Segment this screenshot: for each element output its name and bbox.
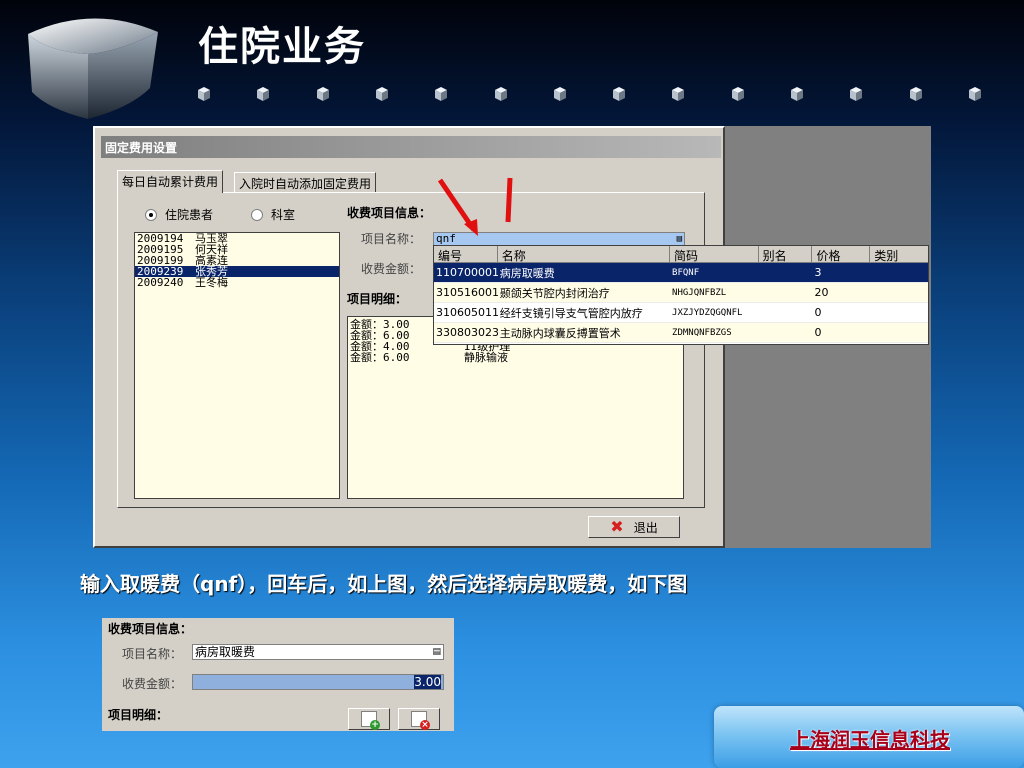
search-dropdown-grid[interactable]: 编号 名称 简码 别名 价格 类别 110700001 病房取暖费 BFQNF 3 31… [433, 245, 929, 345]
dropdown-row[interactable]: 330803023 主动脉内球囊反搏置管术 ZDMNQNFBZGS 0 [434, 323, 928, 343]
col-header[interactable]: 名称 [498, 246, 671, 263]
add-doc-icon: + [361, 711, 380, 730]
bullet-cube-icon [909, 87, 922, 101]
tab-daily-fee[interactable]: 每日自动累计费用 [117, 170, 224, 193]
exit-label: 退出 [633, 520, 658, 535]
col-header[interactable]: 类别 [870, 246, 928, 263]
picker-icon[interactable]: ▤ [432, 647, 441, 657]
detail-label: 项目明细： [347, 292, 408, 306]
patient-list[interactable]: 2009194 马玉翠 2009195 何天祥 2009199 高素连 2009239 张秀芳… [134, 232, 340, 499]
dropdown-row[interactable]: 110700001 病房取暖费 BFQNF 3 [434, 263, 928, 283]
detail-amount: 金额：6.00 [350, 351, 410, 364]
cell-price: 3 [814, 266, 822, 279]
fee-info-label: 收费项目信息： [347, 206, 432, 220]
delete-detail-button[interactable]: × [398, 708, 440, 730]
snip-item-name-value: 病房取暖费 [195, 645, 256, 659]
dropdown-row[interactable]: 310605011 经纤支镜引导支气管腔内放疗 JXZJYDZQGQNFL 0 [434, 303, 928, 323]
bullet-cube-icon [316, 87, 329, 101]
radio-checked-icon [145, 208, 157, 221]
cell-short: NHGJQNFBZL [672, 287, 727, 298]
col-header[interactable]: 简码 [670, 246, 759, 263]
snip-fee-info-label: 收费项目信息： [108, 622, 193, 636]
slide-title: 住院业务 [198, 24, 366, 70]
detail-name: 静脉输液 [464, 351, 508, 364]
delete-doc-icon: × [411, 711, 430, 730]
company-badge: 上海润玉信息科技 [714, 706, 1024, 768]
logo-cube-icon [28, 18, 158, 119]
snip-item-name-label: 项目名称： [122, 647, 183, 661]
close-icon: ✖ [610, 517, 624, 536]
cell-name: 主动脉内球囊反搏置管术 [499, 326, 621, 340]
cell-code: 310516001 [436, 286, 498, 299]
snip-item-name-input[interactable]: 病房取暖费 ▤ [192, 644, 444, 660]
bullet-cube-icon [850, 87, 863, 101]
radio-dept[interactable]: 科室 [251, 206, 295, 223]
cell-code: 310605011 [436, 306, 498, 319]
col-header[interactable]: 价格 [812, 246, 871, 263]
amount-label: 收费金额： [361, 262, 422, 276]
patient-name: 王冬梅 [195, 276, 228, 289]
bullet-row [190, 86, 990, 106]
cell-name: 病房取暖费 [499, 266, 555, 280]
cell-code: 110700001 [436, 266, 498, 279]
bullet-cube-icon [435, 87, 448, 101]
cell-name: 经纤支镜引导支气管腔内放疗 [499, 306, 643, 320]
cell-price: 0 [814, 306, 822, 319]
item-name-label: 项目名称： [361, 232, 422, 246]
snip-amount-value: 3.00 [414, 675, 441, 689]
red-arrow-icon [437, 177, 513, 236]
radio-patient[interactable]: 住院患者 [145, 206, 213, 223]
result-snippet: 收费项目信息： 项目名称： 病房取暖费 ▤ 收费金额： 3.00 项目明细： + … [102, 618, 454, 731]
bullet-cube-icon [791, 87, 803, 101]
bullet-cube-icon [968, 87, 981, 101]
col-header[interactable]: 别名 [759, 246, 813, 263]
detail-row[interactable]: 金额：6.00 静脉输液 [350, 352, 681, 363]
grid-header: 编号 名称 简码 别名 价格 类别 [434, 246, 928, 263]
picker-icon[interactable]: ▤ [677, 234, 682, 244]
bullet-cube-icon [375, 87, 388, 101]
tab-admission-fee[interactable]: 入院时自动添加固定费用 [234, 172, 377, 192]
cell-code: 330803023 [436, 326, 498, 339]
add-detail-button[interactable]: + [348, 708, 390, 730]
patient-id: 2009240 [137, 276, 184, 289]
bullet-cube-icon [553, 87, 566, 101]
radio-unchecked-icon [251, 208, 263, 221]
cell-short: BFQNF [672, 267, 700, 278]
bullet-cube-icon [672, 87, 685, 101]
company-name: 上海润玉信息科技 [790, 728, 950, 752]
bullet-cube-icon [731, 87, 744, 101]
col-header[interactable]: 编号 [434, 246, 498, 263]
cell-short: ZDMNQNFBZGS [672, 327, 732, 338]
slide-caption: 输入取暖费（qnf），回车后，如上图，然后选择病房取暖费，如下图 [80, 572, 688, 596]
radio-patient-label: 住院患者 [165, 208, 214, 222]
snip-amount-label: 收费金额： [122, 677, 183, 691]
dialog-title: 固定费用设置 [101, 136, 721, 158]
bullet-cube-icon [613, 87, 626, 101]
radio-dept-label: 科室 [271, 208, 296, 222]
bullet-cube-icon [198, 87, 210, 101]
exit-button[interactable]: ✖ 退出 [588, 516, 680, 538]
bullet-cube-icon [494, 87, 507, 101]
patient-row[interactable]: 2009240 王冬梅 [135, 277, 339, 288]
dropdown-row[interactable]: 310516001 颞颌关节腔内封闭治疗 NHGJQNFBZL 20 [434, 283, 928, 303]
cell-short: JXZJYDZQGQNFL [672, 307, 743, 318]
cell-name: 颞颌关节腔内封闭治疗 [499, 286, 610, 300]
snip-amount-input[interactable]: 3.00 [192, 674, 444, 690]
cell-price: 0 [814, 326, 822, 339]
snip-detail-label: 项目明细： [108, 708, 169, 722]
cell-price: 20 [814, 286, 829, 299]
bullet-cube-icon [257, 87, 270, 101]
